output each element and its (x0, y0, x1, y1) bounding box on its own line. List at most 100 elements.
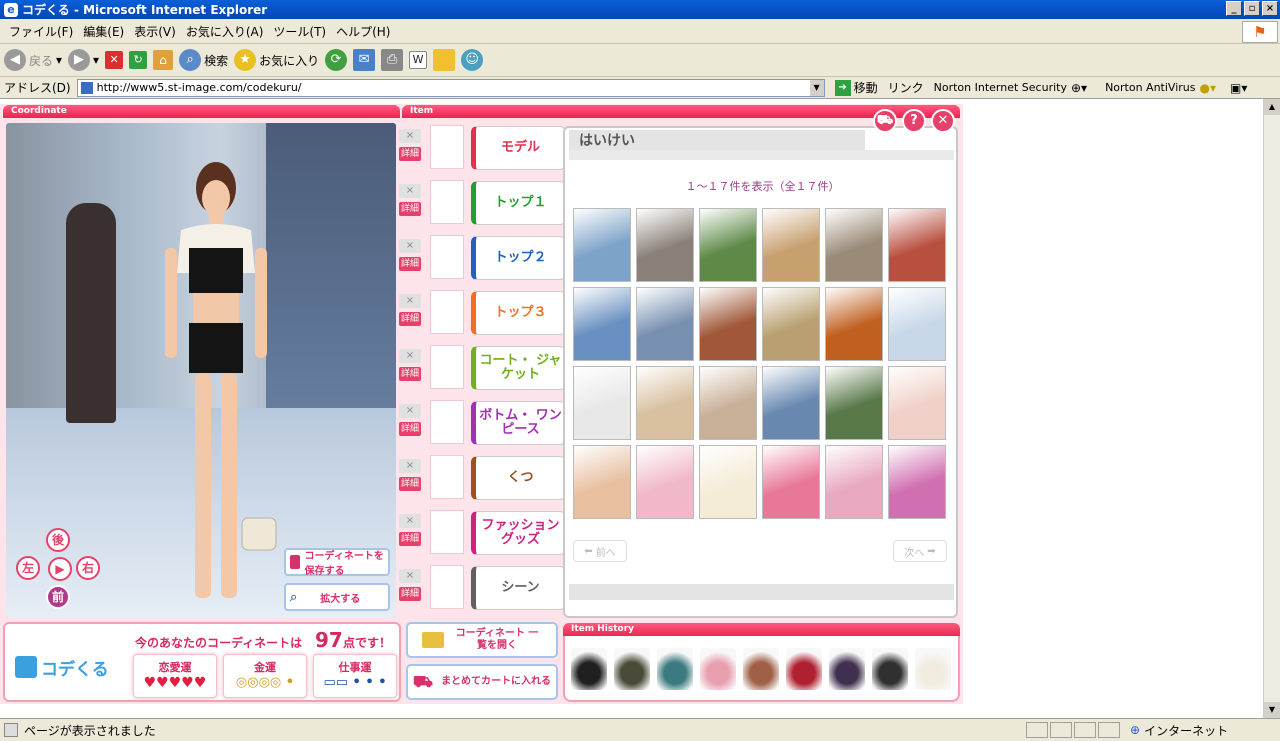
category-button[interactable]: コート・ ジャケット (471, 346, 566, 390)
category-button[interactable]: トップ２ (471, 236, 566, 280)
next-page-button[interactable]: 次へ ➡ (893, 540, 947, 562)
close-button[interactable]: × (1262, 1, 1278, 16)
item-thumbnail[interactable] (430, 400, 464, 444)
norton-antivirus[interactable]: Norton AntiVirus (1105, 81, 1195, 94)
category-button[interactable]: トップ１ (471, 181, 566, 225)
category-button[interactable]: くつ (471, 456, 566, 500)
history-item[interactable] (571, 648, 607, 690)
background-thumbnail[interactable] (762, 287, 820, 361)
history-item[interactable] (614, 648, 650, 690)
address-dropdown[interactable]: ▼ (809, 79, 824, 96)
background-thumbnail[interactable] (573, 366, 631, 440)
mail-icon[interactable]: ✉ (353, 49, 376, 71)
background-thumbnail[interactable] (699, 208, 757, 282)
scroll-down-icon[interactable]: ▼ (1264, 702, 1280, 718)
messenger-icon[interactable]: ☺ (461, 49, 484, 71)
background-thumbnail[interactable] (825, 366, 883, 440)
background-thumbnail[interactable] (573, 287, 631, 361)
item-thumbnail[interactable] (430, 455, 464, 499)
norton-internet-security[interactable]: Norton Internet Security (934, 81, 1067, 94)
menu-favorites[interactable]: お気に入り(A) (181, 23, 269, 40)
cart-icon[interactable]: ⛟ (873, 109, 897, 133)
category-button[interactable]: モデル (471, 126, 566, 170)
rotate-front-button[interactable]: 前 (46, 585, 70, 609)
background-thumbnail[interactable] (573, 208, 631, 282)
detail-button[interactable]: 詳細 (399, 532, 421, 546)
category-button[interactable]: トップ３ (471, 291, 566, 335)
background-thumbnail[interactable] (825, 287, 883, 361)
background-thumbnail[interactable] (636, 445, 694, 519)
rotate-back-button[interactable]: 後 (46, 528, 70, 552)
category-button[interactable]: ボトム・ ワンピース (471, 401, 566, 445)
minimize-button[interactable]: _ (1226, 1, 1242, 16)
remove-item-button[interactable]: × (399, 514, 421, 528)
zoom-button[interactable]: ⌕ 拡大する (284, 583, 390, 611)
save-coordinate-button[interactable]: コーディネートを 保存する (284, 548, 390, 577)
history-item[interactable] (700, 648, 736, 690)
menu-tools[interactable]: ツール(T) (268, 23, 331, 40)
history-icon[interactable]: ⟳ (325, 49, 348, 71)
history-item[interactable] (786, 648, 822, 690)
item-thumbnail[interactable] (430, 235, 464, 279)
background-thumbnail[interactable] (825, 445, 883, 519)
background-thumbnail[interactable] (699, 287, 757, 361)
home-icon[interactable]: ⌂ (153, 50, 174, 70)
background-thumbnail[interactable] (636, 287, 694, 361)
item-thumbnail[interactable] (430, 290, 464, 334)
vertical-scrollbar[interactable]: ▲ ▼ (1263, 99, 1280, 718)
detail-button[interactable]: 詳細 (399, 147, 421, 161)
history-item[interactable] (872, 648, 908, 690)
maximize-button[interactable]: ▫ (1244, 1, 1260, 16)
links-label[interactable]: リンク (888, 79, 924, 96)
history-item[interactable] (657, 648, 693, 690)
forward-button[interactable]: ▶ ▾ (68, 49, 99, 71)
detail-button[interactable]: 詳細 (399, 367, 421, 381)
remove-item-button[interactable]: × (399, 239, 421, 253)
menu-view[interactable]: 表示(V) (129, 23, 181, 40)
remove-item-button[interactable]: × (399, 184, 421, 198)
category-button[interactable]: シーン (471, 566, 566, 610)
background-thumbnail[interactable] (888, 208, 946, 282)
open-coordinate-list-button[interactable]: コーディネート 一覧を開く (406, 622, 558, 658)
detail-button[interactable]: 詳細 (399, 422, 421, 436)
background-thumbnail[interactable] (573, 445, 631, 519)
address-input[interactable]: http://www5.st-image.com/codekuru/ ▼ (76, 78, 825, 97)
item-thumbnail[interactable] (430, 345, 464, 389)
background-thumbnail[interactable] (888, 445, 946, 519)
background-thumbnail[interactable] (762, 208, 820, 282)
detail-button[interactable]: 詳細 (399, 477, 421, 491)
close-icon[interactable]: ✕ (931, 109, 955, 133)
rotate-left-button[interactable]: 左 (16, 556, 40, 580)
remove-item-button[interactable]: × (399, 349, 421, 363)
detail-button[interactable]: 詳細 (399, 202, 421, 216)
item-thumbnail[interactable] (430, 125, 464, 169)
remove-item-button[interactable]: × (399, 459, 421, 473)
background-thumbnail[interactable] (699, 445, 757, 519)
remove-item-button[interactable]: × (399, 569, 421, 583)
rotate-right-button[interactable]: 右 (76, 556, 100, 580)
detail-button[interactable]: 詳細 (399, 257, 421, 271)
search-button[interactable]: ⌕ 検索 (179, 49, 228, 71)
menu-file[interactable]: ファイル(F) (4, 23, 78, 40)
scroll-up-icon[interactable]: ▲ (1264, 99, 1280, 115)
remove-item-button[interactable]: × (399, 404, 421, 418)
detail-button[interactable]: 詳細 (399, 587, 421, 601)
history-item[interactable] (915, 648, 951, 690)
background-thumbnail[interactable] (762, 445, 820, 519)
detail-button[interactable]: 詳細 (399, 312, 421, 326)
category-button[interactable]: ファッション グッズ (471, 511, 566, 555)
background-thumbnail[interactable] (825, 208, 883, 282)
background-thumbnail[interactable] (888, 287, 946, 361)
background-thumbnail[interactable] (636, 208, 694, 282)
extension-icon[interactable]: ▣▾ (1230, 81, 1247, 95)
add-all-to-cart-button[interactable]: ⛟ まとめてカートに入れる (406, 664, 558, 700)
history-item[interactable] (829, 648, 865, 690)
item-thumbnail[interactable] (430, 510, 464, 554)
play-icon[interactable]: ▶ (48, 557, 72, 581)
prev-page-button[interactable]: ⬅ 前へ (573, 540, 627, 562)
print-icon[interactable]: ⎙ (381, 49, 404, 71)
background-thumbnail[interactable] (762, 366, 820, 440)
go-button[interactable]: ➔ 移動 (834, 79, 878, 96)
help-icon[interactable]: ? (902, 109, 926, 133)
note-icon[interactable] (433, 49, 456, 71)
